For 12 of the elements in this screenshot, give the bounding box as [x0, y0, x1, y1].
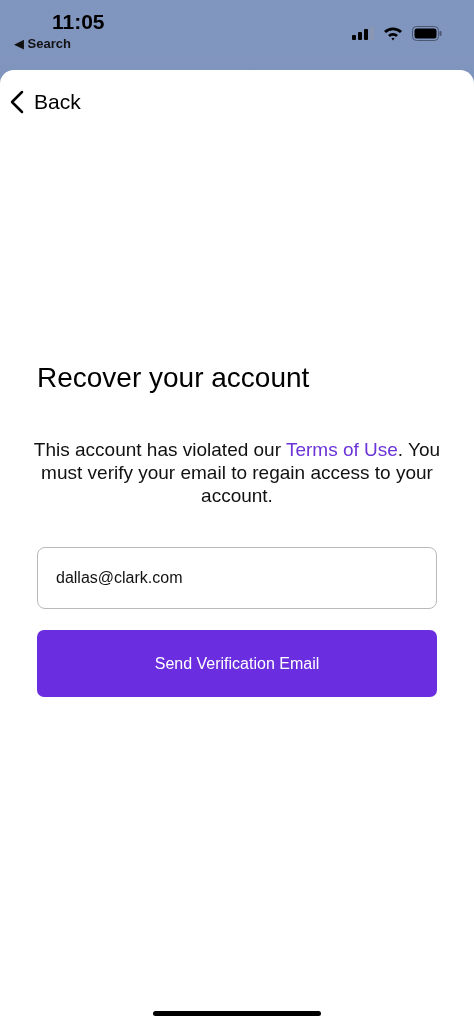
wifi-icon [383, 25, 403, 41]
send-verification-button[interactable]: Send Verification Email [37, 630, 437, 697]
signal-icon [352, 26, 374, 40]
page-title: Recover your account [37, 362, 311, 394]
violation-message: This account has violated our Terms of Use. You must verify your email to regain access to your account. [32, 438, 442, 507]
battery-icon [412, 25, 442, 41]
terms-of-use-link[interactable]: Terms of Use [285, 439, 398, 460]
back-button[interactable]: Back [10, 90, 81, 114]
email-field[interactable]: dallas@clark.com [37, 547, 437, 609]
chevron-left-icon [10, 90, 24, 114]
status-time: 11:05 [52, 10, 105, 34]
back-to-app-link[interactable]: ◀ Search [14, 36, 71, 51]
